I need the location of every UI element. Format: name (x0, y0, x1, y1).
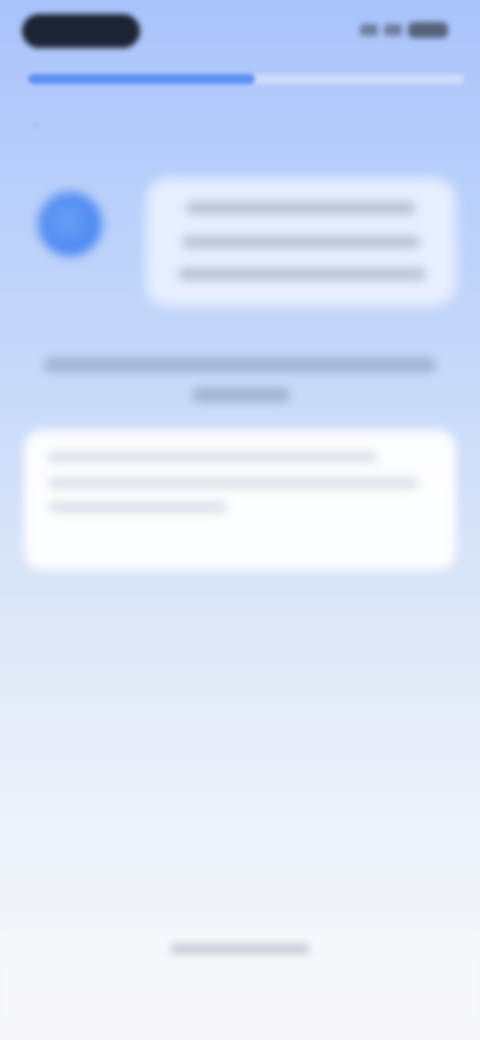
answer-line (48, 452, 378, 462)
signal-icon (360, 24, 378, 36)
chat-bubble-line (186, 202, 416, 214)
assistant-avatar-icon (38, 192, 102, 256)
answer-line (48, 478, 418, 488)
status-time-pill (22, 14, 140, 48)
progress-bar (28, 74, 464, 84)
wifi-icon (384, 24, 402, 36)
question-line (192, 388, 290, 402)
question-line (44, 358, 436, 372)
chat-bubble-line (178, 268, 426, 280)
status-bar (0, 0, 480, 64)
progress-fill (28, 74, 255, 84)
answer-line (48, 502, 228, 512)
chat-bubble-line (182, 236, 420, 248)
battery-icon (408, 22, 448, 38)
back-icon[interactable]: ‹ (34, 116, 48, 132)
answer-card[interactable] (24, 430, 456, 570)
home-indicator[interactable] (170, 944, 310, 954)
status-icons (360, 22, 448, 38)
